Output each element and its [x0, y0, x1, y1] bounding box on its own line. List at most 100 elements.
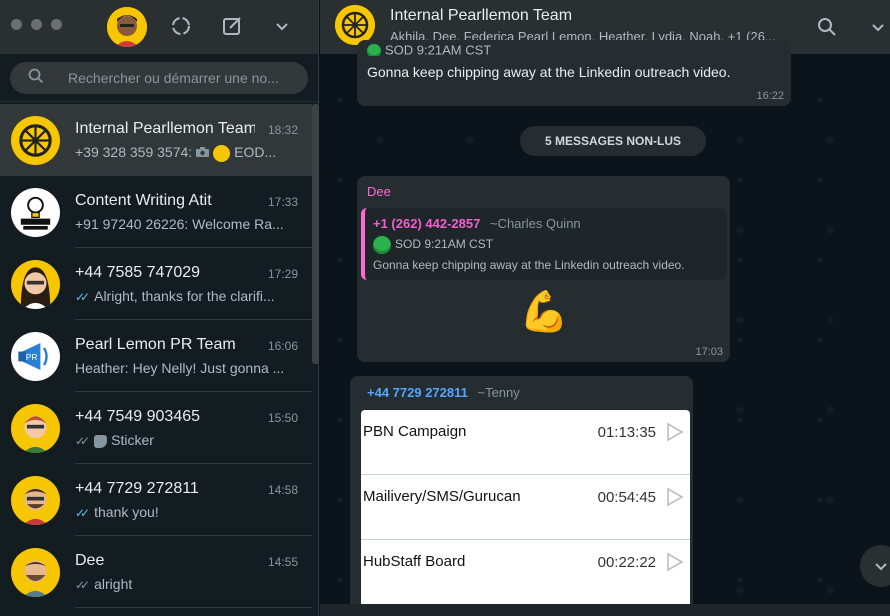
chat-name: +44 7729 272811	[75, 480, 199, 497]
quote-sender: +1 (262) 442-2857	[373, 216, 481, 231]
chat-avatar: PR	[11, 332, 60, 381]
menu-chevron-icon[interactable]	[269, 13, 295, 39]
chat-time: 15:50	[267, 411, 298, 425]
time-entry-name: Mailivery/SMS/Gurucan	[363, 488, 521, 505]
chat-list-item-body: +44 7585 747029 17:29 ✓✓ Alright, thanks fo…	[75, 248, 312, 320]
time-entry-row[interactable]: Mailivery/SMS/Gurucan 00:54:45	[361, 475, 690, 540]
conversation-menu-chevron-icon[interactable]	[865, 14, 890, 40]
time-tracking-card: PBN Campaign 01:13:35 Mailivery/SMS/Guruca…	[361, 410, 690, 616]
time-entry-row[interactable]: HubStaff Board 00:22:22	[361, 540, 690, 605]
chat-preview-text: Sticker	[111, 432, 154, 448]
chat-avatar	[11, 476, 60, 525]
group-avatar[interactable]	[335, 5, 375, 45]
message-sender: +44 7729 272811	[367, 385, 468, 400]
conversation-pane: Internal Pearllemon Team Akhila, Dee, Fe…	[320, 0, 890, 616]
play-icon[interactable]	[666, 487, 684, 507]
close-window-button[interactable]	[11, 19, 22, 30]
message-time: 17:03	[695, 346, 723, 358]
chat-name: +44 7585 747029	[75, 264, 201, 281]
flexed-biceps-emoji: 💪	[519, 290, 569, 334]
message-sender-alias: ~Tenny	[477, 385, 520, 400]
play-icon[interactable]	[666, 422, 684, 442]
chat-time: 14:55	[267, 555, 298, 569]
chat-preview: ✓✓ Sticker	[75, 432, 295, 448]
quote-line-2: Gonna keep chipping away at the Linkedin…	[373, 258, 685, 272]
chat-preview-text: EOD...	[234, 144, 277, 160]
chat-time: 14:58	[267, 483, 298, 497]
scroll-down-button[interactable]	[860, 545, 890, 587]
time-entry-row[interactable]: PBN Campaign 01:13:35	[361, 410, 690, 475]
search-area	[0, 54, 318, 102]
chat-time: 17:29	[267, 267, 298, 281]
chat-list-item[interactable]: +44 7729 272811 14:58 ✓✓ thank you!	[0, 464, 312, 536]
message-bubble-dee[interactable]: Dee +1 (262) 442-2857 ~Charles Quinn SOD…	[357, 176, 730, 362]
chat-avatar	[11, 260, 60, 309]
double-check-icon: ✓✓	[75, 578, 90, 592]
chat-list-item-body: +44 7549 903465 15:50 ✓✓ Sticker	[75, 392, 312, 464]
status-icon[interactable]	[168, 13, 194, 39]
conversation-title: Internal Pearllemon Team	[390, 7, 573, 24]
chat-name: Dee	[75, 552, 105, 569]
chat-preview: ✓✓ alright	[75, 576, 295, 592]
play-icon[interactable]	[666, 552, 684, 572]
chat-preview: ✓✓ Alright, thanks for the clarifi...	[75, 288, 295, 304]
search-input[interactable]	[68, 70, 288, 86]
time-entry-duration: 01:13:35	[597, 424, 656, 441]
quote-line-1: SOD 9:21AM CST	[395, 237, 494, 252]
zoom-window-button[interactable]	[51, 19, 62, 30]
chat-name: Content Writing Atit	[75, 192, 212, 209]
chat-list-scrollbar[interactable]	[312, 104, 319, 364]
quoted-message[interactable]: +1 (262) 442-2857 ~Charles Quinn SOD 9:2…	[361, 208, 727, 280]
chat-preview: Heather: Hey Nelly! Just gonna ...	[75, 360, 295, 376]
search-messages-icon[interactable]	[814, 14, 840, 40]
time-entry-duration: 00:54:45	[597, 489, 656, 506]
chat-preview: +39 328 359 3574: EOD...	[75, 144, 295, 162]
svg-text:PR: PR	[26, 352, 38, 362]
chat-list-item-body: Content Writing Atit 17:33 +91 97240 26226…	[75, 176, 312, 248]
chat-avatar	[11, 548, 60, 597]
chat-time: 18:32	[267, 123, 298, 137]
chat-preview-text: Alright, thanks for the clarifi...	[94, 288, 275, 304]
chat-preview-text: Heather: Hey Nelly! Just gonna ...	[75, 360, 285, 376]
chat-preview: ✓✓ thank you!	[75, 504, 295, 520]
my-avatar[interactable]	[107, 7, 147, 47]
chat-avatar	[11, 404, 60, 453]
camera-icon	[196, 144, 210, 160]
chat-list-item[interactable]: +44 7585 747029 17:29 ✓✓ Alright, thanks fo…	[0, 248, 312, 320]
chat-name: Internal Pearllemon Team	[75, 120, 255, 137]
message-text: Gonna keep chipping away at the Linkedin…	[367, 64, 731, 80]
chat-preview-prefix: +39 328 359 3574:	[75, 144, 193, 160]
yellow-circle-emoji-icon	[213, 144, 231, 162]
compose-bar[interactable]	[320, 604, 890, 616]
chat-name: +44 7549 903465	[75, 408, 201, 425]
chat-list-item[interactable]: +44 7549 903465 15:50 ✓✓ Sticker	[0, 392, 312, 464]
chat-avatar	[11, 188, 60, 237]
chat-time: 17:33	[267, 195, 298, 209]
partial-sod-line: SOD 9:21AM CST	[367, 44, 491, 56]
new-chat-icon[interactable]	[219, 13, 245, 39]
chat-preview-text: thank you!	[94, 504, 159, 520]
chat-list-item-body: Dee 14:55 ✓✓ alright	[75, 536, 312, 608]
chat-list-item[interactable]: Content Writing Atit 17:33 +91 97240 26226…	[0, 176, 312, 248]
minimize-window-button[interactable]	[31, 19, 42, 30]
chat-list-item[interactable]: Dee 14:55 ✓✓ alright	[0, 536, 312, 608]
green-circle-emoji-icon	[367, 44, 381, 56]
time-entry-name: HubStaff Board	[363, 553, 466, 570]
chat-time: 16:06	[267, 339, 298, 353]
search-box[interactable]	[10, 62, 308, 94]
chat-list-item[interactable]: PR Pearl Lemon PR Team 16:06 Heather: Hey N…	[0, 320, 312, 392]
chat-preview-text: +91 97240 26226: Welcome Ra...	[75, 216, 284, 232]
message-time: 16:22	[756, 90, 784, 102]
message-bubble-top[interactable]: SOD 9:21AM CST Gonna keep chipping away …	[357, 40, 791, 106]
left-header	[0, 0, 318, 54]
chat-list-item[interactable]: Internal Pearllemon Team 18:32 +39 328 359…	[0, 104, 312, 176]
chat-list-item-body: Internal Pearllemon Team 18:32 +39 328 359…	[75, 104, 312, 176]
message-sender: Dee	[367, 184, 391, 199]
chat-list: Internal Pearllemon Team 18:32 +39 328 359…	[0, 104, 312, 608]
double-check-icon: ✓✓	[75, 290, 90, 304]
quote-alias: ~Charles Quinn	[489, 216, 581, 231]
chat-name: Pearl Lemon PR Team	[75, 336, 236, 353]
double-check-icon: ✓✓	[75, 434, 90, 448]
time-entry-name: PBN Campaign	[363, 423, 467, 440]
chat-list-item-body: Pearl Lemon PR Team 16:06 Heather: Hey Nel…	[75, 320, 312, 392]
